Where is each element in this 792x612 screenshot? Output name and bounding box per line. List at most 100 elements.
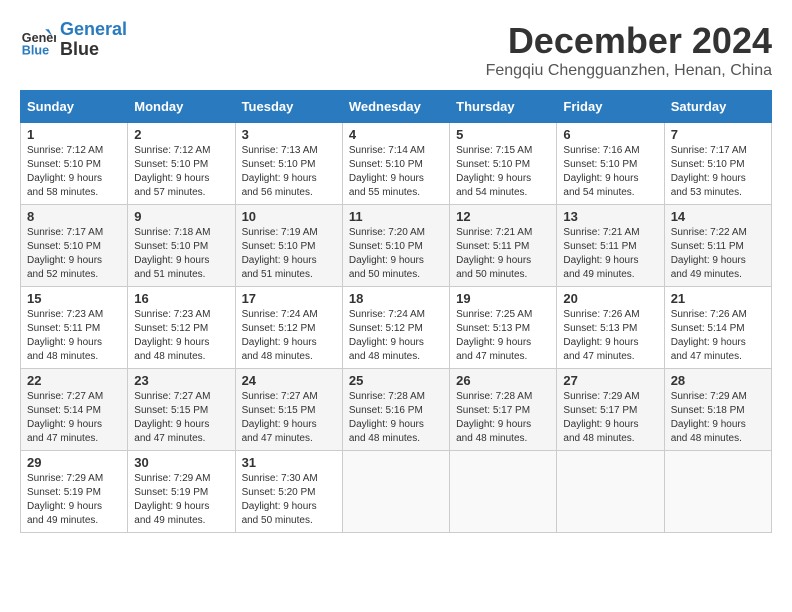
day-info: Sunrise: 7:26 AMSunset: 5:13 PMDaylight:… [563, 308, 657, 364]
day-info: Sunrise: 7:29 AMSunset: 5:17 PMDaylight:… [563, 390, 657, 446]
day-info: Sunrise: 7:27 AMSunset: 5:15 PMDaylight:… [134, 390, 228, 446]
calendar-cell [557, 451, 664, 533]
logo-text: GeneralBlue [60, 20, 127, 60]
calendar-cell: 13 Sunrise: 7:21 AMSunset: 5:11 PMDayligh… [557, 205, 664, 287]
header-cell-tuesday: Tuesday [235, 91, 342, 123]
calendar-cell: 15 Sunrise: 7:23 AMSunset: 5:11 PMDayligh… [21, 287, 128, 369]
day-info: Sunrise: 7:20 AMSunset: 5:10 PMDaylight:… [349, 226, 443, 282]
svg-text:Blue: Blue [22, 43, 49, 57]
calendar-cell: 31 Sunrise: 7:30 AMSunset: 5:20 PMDayligh… [235, 451, 342, 533]
day-number: 6 [563, 127, 657, 142]
calendar-cell [342, 451, 449, 533]
day-info: Sunrise: 7:17 AMSunset: 5:10 PMDaylight:… [27, 226, 121, 282]
day-number: 27 [563, 373, 657, 388]
calendar-cell: 18 Sunrise: 7:24 AMSunset: 5:12 PMDayligh… [342, 287, 449, 369]
calendar-cell: 30 Sunrise: 7:29 AMSunset: 5:19 PMDayligh… [128, 451, 235, 533]
day-number: 18 [349, 291, 443, 306]
calendar-week-4: 22 Sunrise: 7:27 AMSunset: 5:14 PMDayligh… [21, 369, 772, 451]
day-number: 1 [27, 127, 121, 142]
location-title: Fengqiu Chengguanzhen, Henan, China [486, 62, 772, 80]
calendar-cell: 22 Sunrise: 7:27 AMSunset: 5:14 PMDayligh… [21, 369, 128, 451]
calendar-cell: 14 Sunrise: 7:22 AMSunset: 5:11 PMDayligh… [664, 205, 771, 287]
day-number: 20 [563, 291, 657, 306]
day-number: 19 [456, 291, 550, 306]
calendar-cell: 20 Sunrise: 7:26 AMSunset: 5:13 PMDayligh… [557, 287, 664, 369]
calendar-cell: 3 Sunrise: 7:13 AMSunset: 5:10 PMDaylight… [235, 123, 342, 205]
calendar-cell: 28Sunrise: 7:29 AMSunset: 5:18 PMDayligh… [664, 369, 771, 451]
day-info: Sunrise: 7:25 AMSunset: 5:13 PMDaylight:… [456, 308, 550, 364]
title-block: December 2024 Fengqiu Chengguanzhen, Hen… [486, 20, 772, 80]
day-number: 25 [349, 373, 443, 388]
calendar-cell: 21Sunrise: 7:26 AMSunset: 5:14 PMDayligh… [664, 287, 771, 369]
calendar-cell: 19 Sunrise: 7:25 AMSunset: 5:13 PMDayligh… [450, 287, 557, 369]
day-info: Sunrise: 7:30 AMSunset: 5:20 PMDaylight:… [242, 472, 336, 528]
day-number: 16 [134, 291, 228, 306]
day-number: 10 [242, 209, 336, 224]
day-info: Sunrise: 7:29 AMSunset: 5:19 PMDaylight:… [27, 472, 121, 528]
calendar-week-1: 1 Sunrise: 7:12 AMSunset: 5:10 PMDaylight… [21, 123, 772, 205]
day-number: 15 [27, 291, 121, 306]
calendar-cell: 10 Sunrise: 7:19 AMSunset: 5:10 PMDayligh… [235, 205, 342, 287]
logo-icon: General Blue [20, 22, 56, 58]
day-number: 29 [27, 455, 121, 470]
day-info: Sunrise: 7:28 AMSunset: 5:17 PMDaylight:… [456, 390, 550, 446]
day-number: 5 [456, 127, 550, 142]
day-number: 13 [563, 209, 657, 224]
day-number: 17 [242, 291, 336, 306]
day-number: 14 [671, 209, 765, 224]
day-number: 2 [134, 127, 228, 142]
calendar-cell: 16 Sunrise: 7:23 AMSunset: 5:12 PMDayligh… [128, 287, 235, 369]
day-info: Sunrise: 7:24 AMSunset: 5:12 PMDaylight:… [349, 308, 443, 364]
day-number: 22 [27, 373, 121, 388]
day-info: Sunrise: 7:13 AMSunset: 5:10 PMDaylight:… [242, 144, 336, 200]
day-info: Sunrise: 7:27 AMSunset: 5:14 PMDaylight:… [27, 390, 121, 446]
day-number: 3 [242, 127, 336, 142]
day-info: Sunrise: 7:12 AMSunset: 5:10 PMDaylight:… [27, 144, 121, 200]
day-info: Sunrise: 7:27 AMSunset: 5:15 PMDaylight:… [242, 390, 336, 446]
month-title: December 2024 [486, 20, 772, 62]
day-number: 30 [134, 455, 228, 470]
header-row: SundayMondayTuesdayWednesdayThursdayFrid… [21, 91, 772, 123]
day-info: Sunrise: 7:23 AMSunset: 5:11 PMDaylight:… [27, 308, 121, 364]
calendar-cell: 6Sunrise: 7:16 AMSunset: 5:10 PMDaylight… [557, 123, 664, 205]
day-info: Sunrise: 7:26 AMSunset: 5:14 PMDaylight:… [671, 308, 765, 364]
header-cell-wednesday: Wednesday [342, 91, 449, 123]
day-info: Sunrise: 7:23 AMSunset: 5:12 PMDaylight:… [134, 308, 228, 364]
calendar-cell [664, 451, 771, 533]
day-number: 28 [671, 373, 765, 388]
calendar-header: SundayMondayTuesdayWednesdayThursdayFrid… [21, 91, 772, 123]
calendar-cell: 23 Sunrise: 7:27 AMSunset: 5:15 PMDayligh… [128, 369, 235, 451]
calendar-week-3: 15 Sunrise: 7:23 AMSunset: 5:11 PMDayligh… [21, 287, 772, 369]
calendar-cell: 26 Sunrise: 7:28 AMSunset: 5:17 PMDayligh… [450, 369, 557, 451]
day-number: 8 [27, 209, 121, 224]
day-info: Sunrise: 7:22 AMSunset: 5:11 PMDaylight:… [671, 226, 765, 282]
day-info: Sunrise: 7:18 AMSunset: 5:10 PMDaylight:… [134, 226, 228, 282]
day-info: Sunrise: 7:12 AMSunset: 5:10 PMDaylight:… [134, 144, 228, 200]
calendar-cell: 9Sunrise: 7:18 AMSunset: 5:10 PMDaylight… [128, 205, 235, 287]
calendar-cell [450, 451, 557, 533]
day-number: 4 [349, 127, 443, 142]
day-info: Sunrise: 7:24 AMSunset: 5:12 PMDaylight:… [242, 308, 336, 364]
day-number: 24 [242, 373, 336, 388]
day-info: Sunrise: 7:19 AMSunset: 5:10 PMDaylight:… [242, 226, 336, 282]
calendar-cell: 25 Sunrise: 7:28 AMSunset: 5:16 PMDayligh… [342, 369, 449, 451]
day-number: 31 [242, 455, 336, 470]
calendar-cell: 1 Sunrise: 7:12 AMSunset: 5:10 PMDaylight… [21, 123, 128, 205]
calendar-cell: 17 Sunrise: 7:24 AMSunset: 5:12 PMDayligh… [235, 287, 342, 369]
day-info: Sunrise: 7:14 AMSunset: 5:10 PMDaylight:… [349, 144, 443, 200]
day-info: Sunrise: 7:21 AMSunset: 5:11 PMDaylight:… [563, 226, 657, 282]
day-info: Sunrise: 7:29 AMSunset: 5:19 PMDaylight:… [134, 472, 228, 528]
day-number: 26 [456, 373, 550, 388]
day-info: Sunrise: 7:17 AMSunset: 5:10 PMDaylight:… [671, 144, 765, 200]
day-number: 23 [134, 373, 228, 388]
day-number: 12 [456, 209, 550, 224]
header-cell-friday: Friday [557, 91, 664, 123]
day-info: Sunrise: 7:28 AMSunset: 5:16 PMDaylight:… [349, 390, 443, 446]
day-number: 11 [349, 209, 443, 224]
calendar-cell: 7 Sunrise: 7:17 AMSunset: 5:10 PMDaylight… [664, 123, 771, 205]
calendar-cell: 29 Sunrise: 7:29 AMSunset: 5:19 PMDayligh… [21, 451, 128, 533]
calendar-cell: 27 Sunrise: 7:29 AMSunset: 5:17 PMDayligh… [557, 369, 664, 451]
calendar-cell: 4 Sunrise: 7:14 AMSunset: 5:10 PMDaylight… [342, 123, 449, 205]
header-cell-thursday: Thursday [450, 91, 557, 123]
day-number: 7 [671, 127, 765, 142]
